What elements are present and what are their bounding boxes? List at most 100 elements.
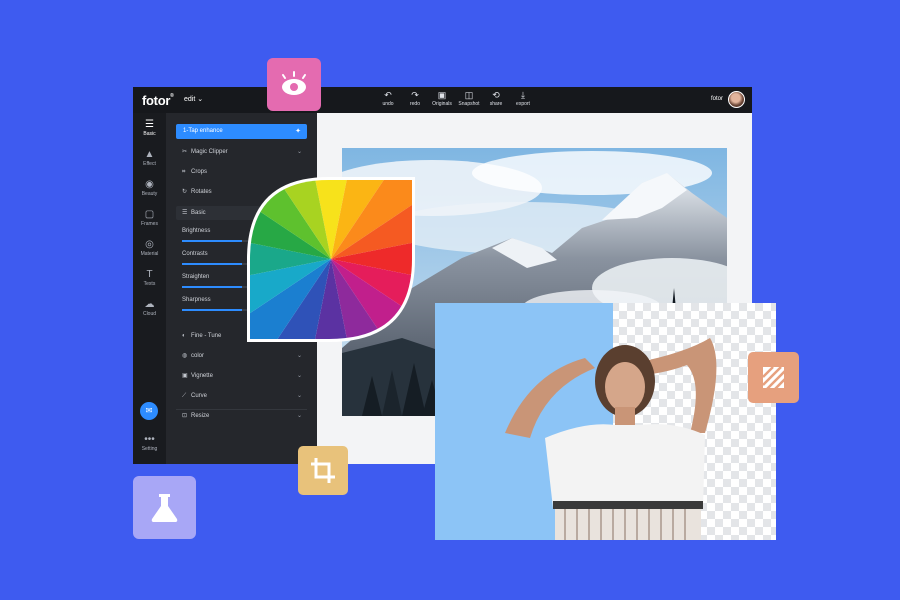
- toolbar-undo-button[interactable]: ↶ undo: [376, 90, 400, 108]
- sidebar-item-effect[interactable]: ▲ Effect: [133, 149, 166, 168]
- panel-row-label: Vignette: [191, 373, 213, 379]
- logo-text: fotor: [142, 93, 171, 108]
- cloud-icon: ☁: [144, 299, 155, 310]
- undo-icon: ↶: [384, 90, 392, 100]
- sidebar-item-material[interactable]: ◎ Material: [133, 239, 166, 258]
- panel-row-label: Resize: [191, 413, 210, 419]
- fotor-logo[interactable]: fotor®: [142, 93, 174, 108]
- toolbar-label: Originals: [432, 101, 452, 107]
- flask-icon: ▲: [144, 149, 155, 160]
- enhance-label: 1-Tap enhance: [183, 128, 223, 134]
- portrait-cutout-photo[interactable]: [435, 303, 776, 540]
- sidebar-item-basic[interactable]: ☰ Basic: [133, 119, 166, 138]
- sidebar-item-label: Material: [140, 251, 159, 257]
- sidebar-item-label: Basic: [143, 131, 156, 137]
- eye-icon: [282, 71, 306, 95]
- slider-fill: [182, 263, 242, 265]
- panel-row-resize[interactable]: ⊡ Resize ⌄: [182, 410, 302, 422]
- toolbar-label: export: [516, 101, 530, 107]
- panel-row-label: Curve: [191, 393, 208, 399]
- sidebar-item-label: Texts: [143, 281, 156, 287]
- toolbar-label: redo: [409, 101, 420, 107]
- crop-icon: [311, 458, 335, 483]
- edit-menu[interactable]: edit ⌄: [184, 95, 203, 103]
- top-bar: fotor® edit ⌄ ↶ undo ↷ redo ▣ Originals ◫ Snaps…: [133, 87, 752, 113]
- toolbar: ↶ undo ↷ redo ▣ Originals ◫ Snapshot ⟲ share ⤓ expo…: [376, 90, 538, 108]
- toolbar-originals-button[interactable]: ▣ Originals: [430, 90, 454, 108]
- magic-clipper-icon: ✂: [182, 149, 188, 155]
- sidebar-item-texts[interactable]: T Texts: [133, 269, 166, 288]
- magic-wand-icon: ✦: [295, 128, 301, 135]
- text-icon: T: [146, 269, 153, 280]
- sidebar-item-beauty[interactable]: ◉ Beauty: [133, 179, 166, 198]
- sliders-icon: ☰: [182, 210, 188, 216]
- slider-fill: [182, 309, 242, 311]
- redo-icon: ↷: [411, 90, 419, 100]
- slider-label-straighten: Straighten: [182, 274, 210, 280]
- fine-tune-icon: ◐: [182, 333, 186, 339]
- logo-mark: ®: [170, 93, 174, 99]
- woman-portrait-image: [435, 303, 776, 540]
- flask-icon: [151, 494, 178, 522]
- sidebar-item-frames[interactable]: ▢ Frames: [133, 209, 166, 228]
- toolbar-export-button[interactable]: ⤓ export: [511, 90, 535, 108]
- toolbar-redo-button[interactable]: ↷ redo: [403, 90, 427, 108]
- vignette-icon: ▣: [182, 373, 188, 379]
- eye-tile: [267, 58, 321, 111]
- slider-fill: [182, 240, 242, 242]
- rotate-icon: ↻: [182, 189, 188, 195]
- toolbar-share-button[interactable]: ⟲ share: [484, 90, 508, 108]
- panel-row-label: Magic Clipper: [191, 149, 228, 155]
- crop-tile: [298, 446, 348, 495]
- toolbar-label: undo: [382, 101, 394, 107]
- chat-icon[interactable]: ✉: [140, 402, 158, 420]
- more-icon: •••: [144, 434, 155, 445]
- crop-icon: ⌗: [182, 169, 186, 175]
- sidebar-item-cloud[interactable]: ☁ Cloud: [133, 299, 166, 318]
- panel-row-color[interactable]: ◍ color ⌄: [182, 350, 302, 362]
- toolbar-snapshot-button[interactable]: ◫ Snapshot: [457, 90, 481, 108]
- color-icon: ◍: [182, 353, 188, 359]
- toolbar-label: Snapshot: [458, 101, 480, 107]
- panel-row-label: Rotates: [191, 189, 212, 195]
- sidebar-item-setting[interactable]: ••• Setting: [133, 434, 166, 453]
- material-icon: ◎: [145, 239, 154, 250]
- export-icon: ⤓: [521, 90, 525, 100]
- sidebar-item-label: Frames: [141, 221, 158, 227]
- panel-row-curve[interactable]: ⟋ Curve ⌄: [182, 390, 302, 402]
- hatch-pattern-icon: [762, 366, 786, 390]
- sidebar-item-label: Beauty: [141, 191, 158, 197]
- pattern-tile: [748, 352, 799, 403]
- user-name[interactable]: fotor: [711, 96, 723, 102]
- originals-icon: ▣: [437, 90, 447, 100]
- chevron-down-icon: ⌄: [296, 393, 302, 399]
- slider-fill: [182, 286, 242, 288]
- flask-tile: [133, 476, 196, 539]
- slider-label-contrasts: Contrasts: [182, 251, 208, 257]
- basic-label: Basic: [191, 210, 206, 216]
- sidebar-item-label: Cloud: [142, 311, 157, 317]
- share-icon: ⟲: [492, 90, 500, 100]
- chevron-down-icon: ⌄: [296, 149, 302, 155]
- sidebar-item-label: Setting: [141, 446, 158, 452]
- beauty-eye-icon: ◉: [145, 179, 154, 190]
- toolbar-label: share: [489, 101, 503, 107]
- sliders-icon: ☰: [145, 119, 154, 130]
- resize-icon: ⊡: [182, 413, 188, 419]
- color-wheel-logo: [247, 177, 415, 342]
- frame-icon: ▢: [144, 209, 155, 220]
- avatar[interactable]: [728, 91, 745, 108]
- panel-row-vignette[interactable]: ▣ Vignette ⌄: [182, 370, 302, 382]
- chevron-down-icon: ⌄: [296, 353, 302, 359]
- sidebar-item-label: Effect: [143, 161, 156, 167]
- chevron-down-icon: ⌄: [296, 373, 302, 379]
- chevron-down-icon: ⌄: [296, 413, 302, 419]
- slider-label-sharpness: Sharpness: [182, 297, 211, 303]
- panel-row-label: Crops: [191, 169, 208, 175]
- tool-sidebar: ☰ Basic ▲ Effect ◉ Beauty ▢ Frames ◎ Material T Tex…: [133, 113, 166, 464]
- panel-row-magic-clipper[interactable]: ✂ Magic Clipper ⌄: [182, 146, 302, 158]
- slider-label-brightness: Brightness: [182, 228, 211, 234]
- panel-row-label: color: [191, 353, 205, 359]
- snapshot-icon: ◫: [464, 90, 474, 100]
- one-tap-enhance-button[interactable]: 1-Tap enhance ✦: [176, 124, 307, 139]
